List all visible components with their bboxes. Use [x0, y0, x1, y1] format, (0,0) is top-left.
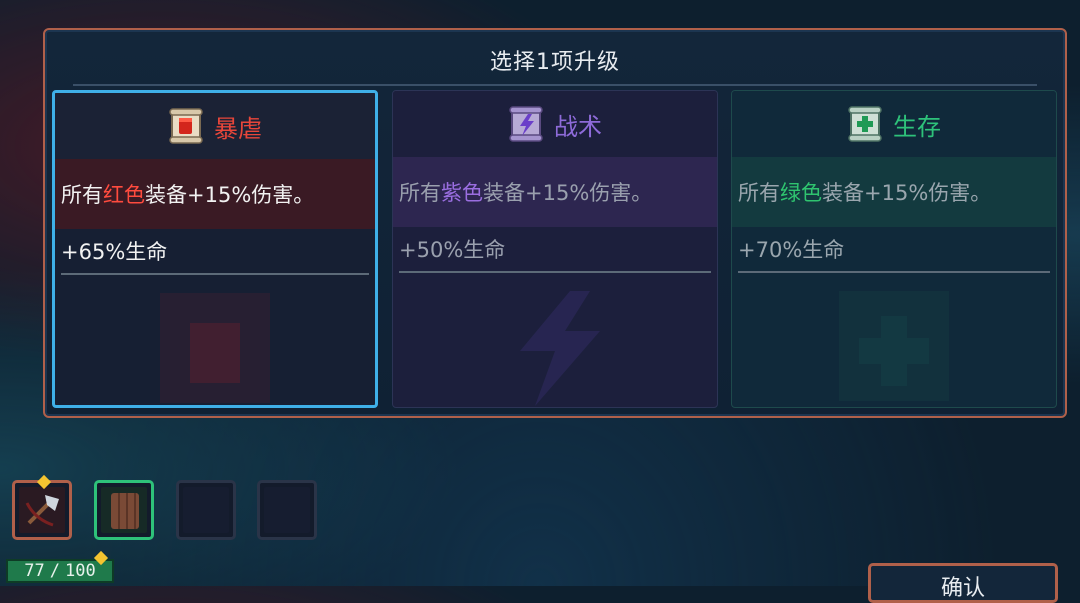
purple-lightning-scroll-icon [508, 104, 546, 144]
inventory-slot-3[interactable] [176, 480, 236, 540]
card-stat: +50%生命 [399, 238, 506, 262]
card-title: 暴虐 [214, 114, 262, 143]
card-title: 战术 [554, 112, 602, 141]
green-cross-scroll-icon [847, 104, 885, 144]
desc-color-word: 红色 [103, 183, 145, 207]
desc-suffix: 装备+15%伤害。 [822, 181, 992, 205]
desc-suffix: 装备+15%伤害。 [145, 183, 315, 207]
confirm-button[interactable]: 确认 [868, 563, 1058, 603]
card-stat: +70%生命 [738, 238, 845, 262]
desc-prefix: 所有 [399, 181, 441, 205]
card-description: 所有 绿色 装备+15%伤害。 [732, 157, 1056, 227]
title-divider [73, 84, 1037, 86]
wooden-shield-icon [111, 493, 139, 529]
dialog-title: 选择1项升级 [490, 50, 620, 75]
desc-suffix: 装备+15%伤害。 [483, 181, 653, 205]
desc-color-word: 绿色 [780, 181, 822, 205]
desc-prefix: 所有 [738, 181, 780, 205]
upgrade-card-survival[interactable]: 生存 所有 绿色 装备+15%伤害。 +70%生命 [731, 90, 1057, 408]
empty-slot-icon [264, 487, 310, 533]
card-divider [399, 271, 711, 273]
empty-slot-icon [183, 487, 229, 533]
card-divider [738, 271, 1050, 273]
upgrade-dialog: 选择1项升级 暴虐 所有 红色 装备+15%伤害。 +65%生命 战术 所有 紫… [43, 28, 1067, 418]
health-current: 77 [24, 561, 45, 581]
inventory-slot-2[interactable] [94, 480, 154, 540]
card-stat: +65%生命 [61, 240, 168, 264]
red-fist-watermark-icon [160, 293, 270, 403]
card-header: 暴虐 [55, 93, 375, 159]
desc-color-word: 紫色 [441, 181, 483, 205]
red-fist-scroll-icon [168, 106, 206, 146]
green-cross-watermark-icon [839, 291, 949, 401]
upgrade-card-tactics[interactable]: 战术 所有 紫色 装备+15%伤害。 +50%生命 [392, 90, 718, 408]
card-header: 战术 [393, 91, 717, 157]
card-header: 生存 [732, 91, 1056, 157]
upgrade-card-brutality[interactable]: 暴虐 所有 红色 装备+15%伤害。 +65%生命 [52, 90, 378, 408]
card-description: 所有 紫色 装备+15%伤害。 [393, 157, 717, 227]
health-separator: / [49, 561, 60, 581]
inventory-slot-1[interactable] [12, 474, 72, 540]
inventory-slot-4[interactable] [257, 480, 317, 540]
purple-lightning-watermark-icon [520, 291, 600, 406]
card-title: 生存 [893, 112, 941, 141]
desc-prefix: 所有 [61, 183, 103, 207]
card-divider [61, 273, 369, 275]
card-description: 所有 红色 装备+15%伤害。 [55, 159, 375, 229]
axe-weapon-icon [25, 495, 59, 527]
health-max: 100 [65, 561, 96, 581]
